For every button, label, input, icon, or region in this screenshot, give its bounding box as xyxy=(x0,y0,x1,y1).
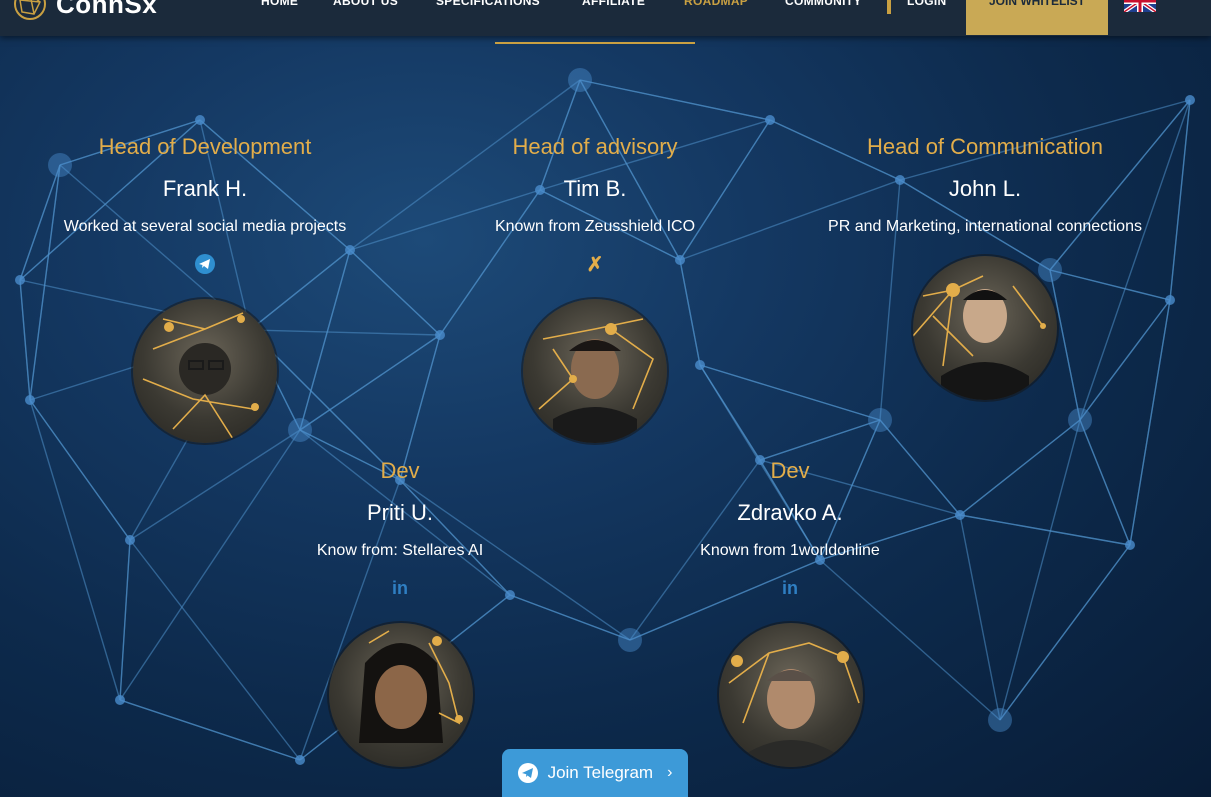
member-name: Zdravko A. xyxy=(737,500,843,525)
team-member-priti: Dev Priti U. Know from: Stellares AI in xyxy=(250,456,550,601)
network-line xyxy=(119,699,301,761)
network-node xyxy=(115,695,125,705)
xing-icon: ✗ xyxy=(586,253,604,276)
member-description: Known from Zeusshield ICO xyxy=(494,218,696,235)
member-role: Dev xyxy=(380,458,420,483)
avatar-network-overlay xyxy=(359,630,463,743)
member-role: Head of Development xyxy=(98,134,312,159)
nav-home[interactable]: HOME xyxy=(261,0,298,8)
avatar-network-overlay xyxy=(142,312,259,440)
join-telegram-button[interactable]: Join Telegram › xyxy=(502,749,688,797)
network-node xyxy=(988,708,1012,732)
member-name: Priti U. xyxy=(367,500,433,525)
avatar-frank xyxy=(133,299,277,443)
member-description: Worked at several social media projects xyxy=(63,218,347,235)
active-nav-underline xyxy=(495,42,695,44)
member-description: PR and Marketing, international connecti… xyxy=(828,218,1142,235)
nav-specifications[interactable]: SPECIFICATIONS xyxy=(436,0,540,8)
network-line xyxy=(759,419,881,461)
join-whitelist-label: JOIN WHITELIST xyxy=(989,0,1085,8)
team-member-zdravko: Dev Zdravko A. Known from 1worldonline i… xyxy=(640,456,940,601)
network-line xyxy=(509,594,631,641)
network-line xyxy=(19,279,31,401)
xing-link[interactable]: ✗ xyxy=(581,251,609,277)
network-node xyxy=(15,275,25,285)
network-node xyxy=(288,418,312,442)
nav-login[interactable]: LOGIN xyxy=(907,0,947,8)
member-description: Know from: Stellares AI xyxy=(316,542,484,559)
member-role: Head of advisory xyxy=(512,134,678,159)
network-node xyxy=(1068,408,1092,432)
network-line xyxy=(29,399,121,701)
network-line xyxy=(999,544,1131,721)
telegram-link[interactable] xyxy=(191,251,219,277)
avatar-network-overlay xyxy=(913,275,1046,400)
member-name: Tim B. xyxy=(563,176,627,201)
network-node xyxy=(125,535,135,545)
network-line xyxy=(1049,269,1171,301)
nav-divider xyxy=(887,0,891,14)
member-name: Frank H. xyxy=(162,176,248,201)
nav-roadmap[interactable]: ROADMAP xyxy=(684,0,748,8)
network-line xyxy=(579,79,771,121)
network-line xyxy=(959,514,1131,546)
avatar-zdravko xyxy=(719,623,863,767)
team-member-tim: Head of advisory Tim B. Known from Zeuss… xyxy=(445,132,745,277)
network-line xyxy=(1079,419,1131,546)
uk-flag-icon[interactable] xyxy=(1124,0,1156,12)
network-line xyxy=(29,399,131,541)
network-line xyxy=(999,419,1081,721)
nav-about-us[interactable]: ABOUT US xyxy=(333,0,398,8)
nav-affiliate[interactable]: AFFILIATE xyxy=(582,0,645,8)
join-telegram-label: Join Telegram xyxy=(547,763,654,782)
linkedin-link[interactable]: in xyxy=(386,575,414,601)
linkedin-icon: in xyxy=(782,577,798,598)
team-member-john: Head of Communication John L. PR and Mar… xyxy=(795,132,1175,237)
network-line xyxy=(249,329,441,336)
network-node xyxy=(955,510,965,520)
network-node xyxy=(195,115,205,125)
network-node xyxy=(765,115,775,125)
avatar-tim xyxy=(523,299,667,443)
network-line xyxy=(699,364,761,461)
network-line xyxy=(1079,299,1171,421)
telegram-icon xyxy=(195,254,215,274)
network-line xyxy=(959,419,1081,516)
network-line xyxy=(299,334,441,431)
network-node xyxy=(435,330,445,340)
member-role: Dev xyxy=(770,458,810,483)
join-whitelist-button[interactable]: JOIN WHITELIST xyxy=(966,0,1108,35)
avatar-network-overlay xyxy=(538,318,654,443)
network-line xyxy=(299,249,351,431)
member-description: Known from 1worldonline xyxy=(700,542,880,559)
network-node xyxy=(1125,540,1135,550)
network-node xyxy=(568,68,592,92)
top-navigation-bar: ConnSx HOME ABOUT US SPECIFICATIONS AFFI… xyxy=(0,0,1211,36)
network-node xyxy=(868,408,892,432)
member-name: John L. xyxy=(948,176,1022,201)
network-node xyxy=(695,360,705,370)
network-node xyxy=(1165,295,1175,305)
network-line xyxy=(699,364,881,421)
avatar-john xyxy=(913,256,1057,400)
network-node xyxy=(618,628,642,652)
linkedin-icon: in xyxy=(392,577,408,598)
linkedin-link[interactable]: in xyxy=(776,575,804,601)
member-role: Head of Communication xyxy=(866,134,1103,159)
network-node xyxy=(1185,95,1195,105)
avatar-network-overlay xyxy=(728,642,860,767)
network-line xyxy=(119,539,131,701)
telegram-icon xyxy=(517,763,538,783)
network-line xyxy=(1129,299,1171,546)
nav-community[interactable]: COMMUNITY xyxy=(785,0,862,8)
network-node xyxy=(295,755,305,765)
team-member-frank: Head of Development Frank H. Worked at s… xyxy=(30,132,380,277)
network-node xyxy=(25,395,35,405)
chevron-right-icon: › xyxy=(667,764,673,781)
avatar-priti xyxy=(329,623,473,767)
